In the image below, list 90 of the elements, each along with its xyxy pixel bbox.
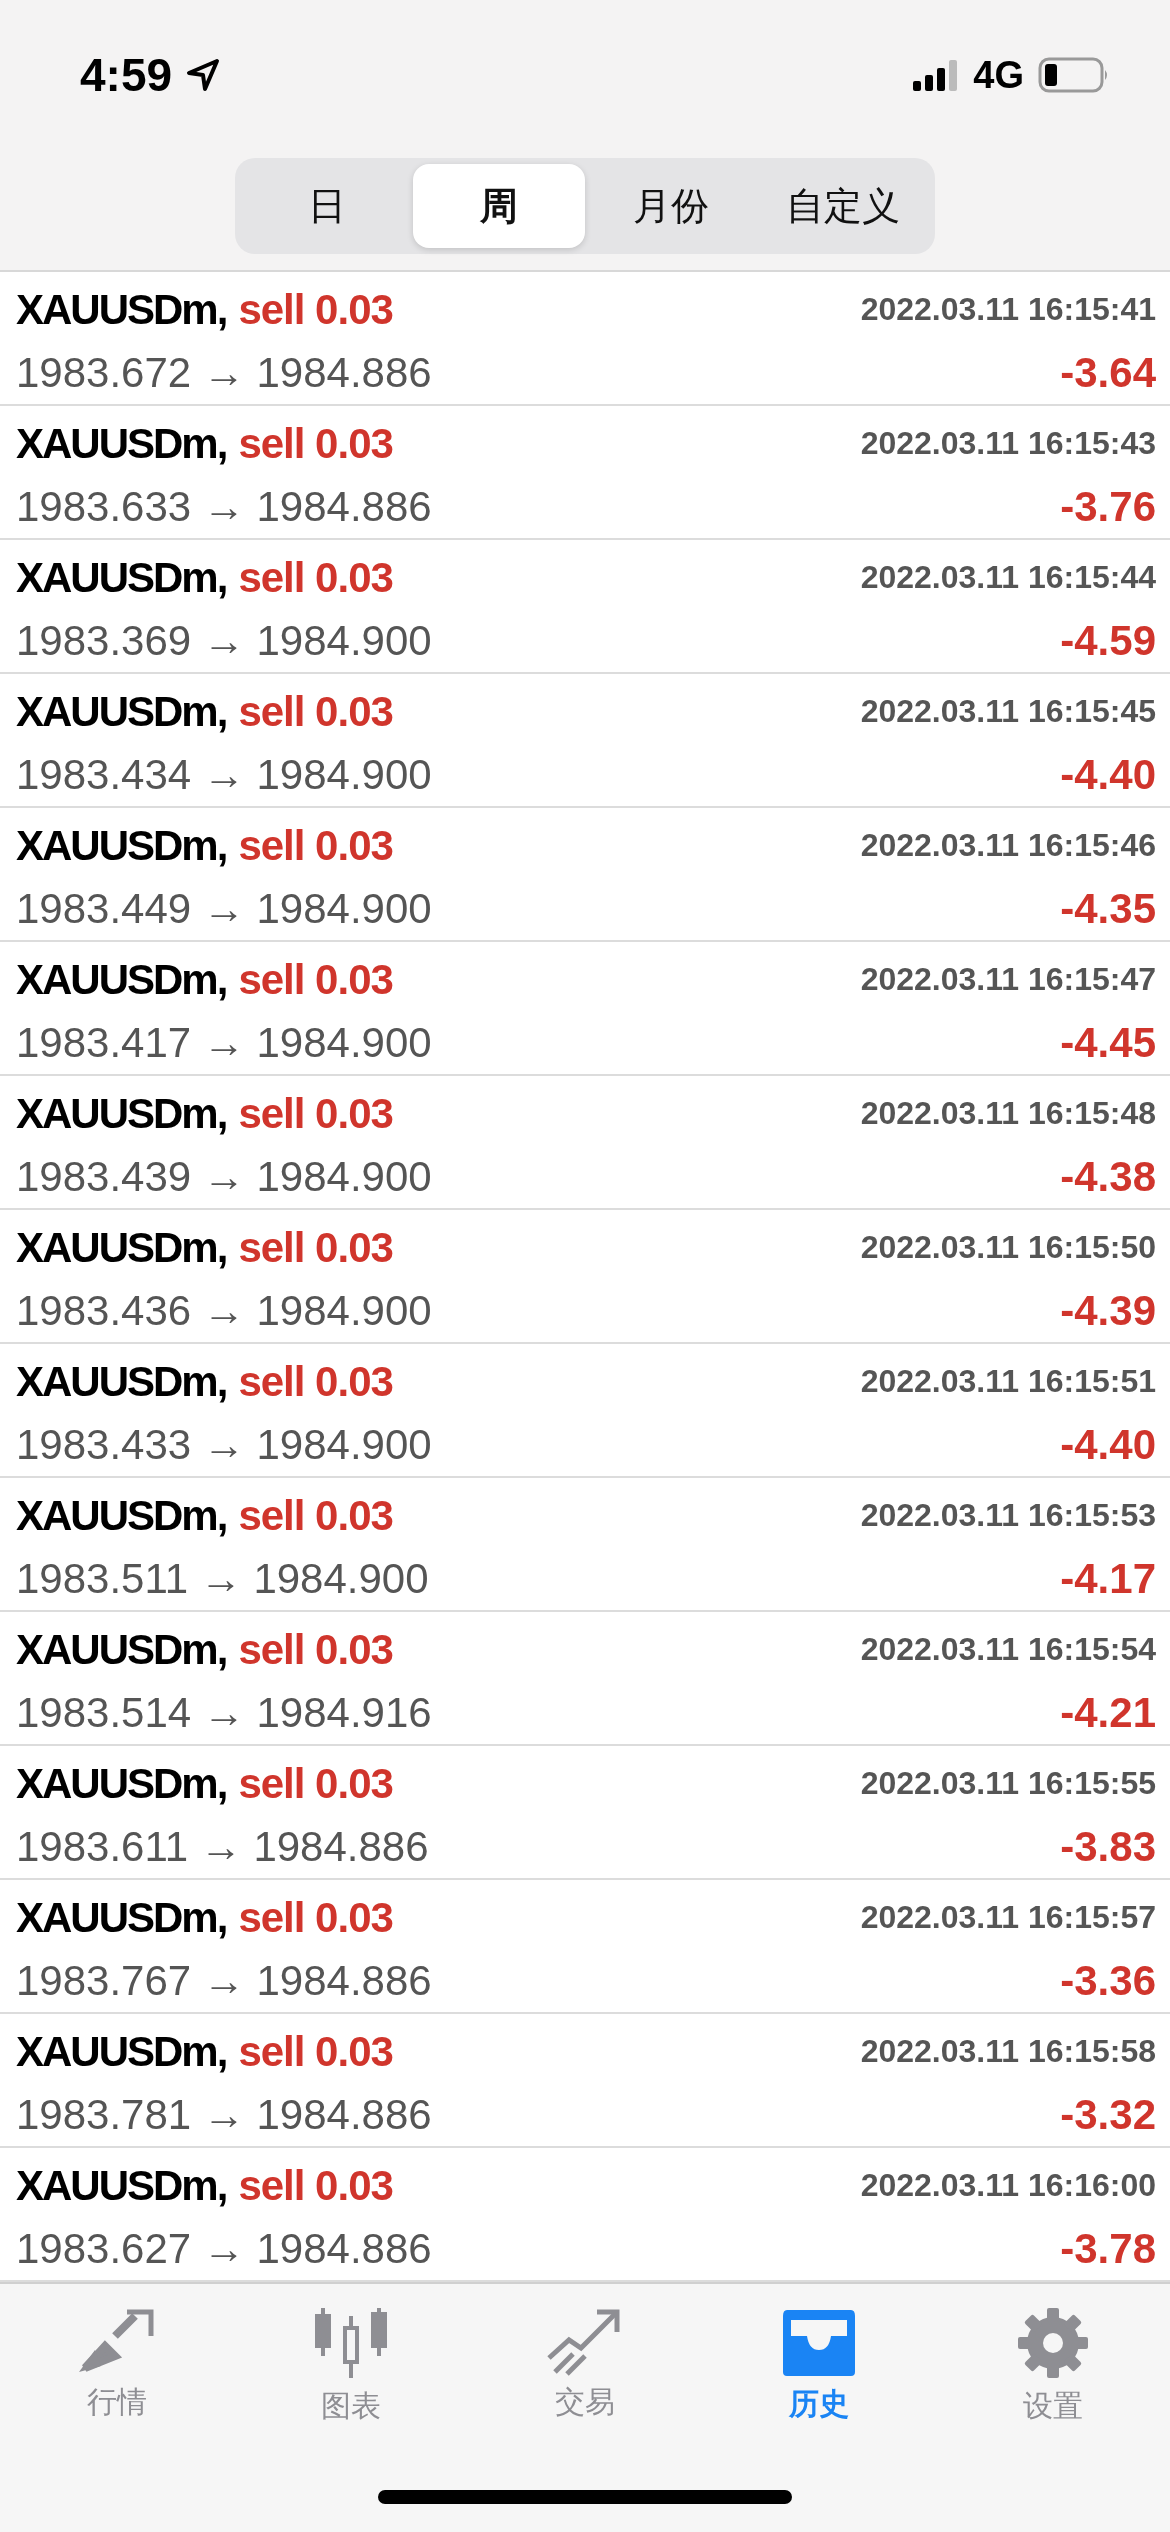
symbol: XAUUSDm, [16,419,227,468]
price-change: 1983.767 → 1984.886 [16,1956,433,2005]
trade-side: sell 0.03 [238,2161,393,2210]
trade-time: 2022.03.11 16:15:43 [860,425,1156,462]
price-change: 1983.611 → 1984.886 [16,1822,430,1871]
trade-time: 2022.03.11 16:15:45 [860,693,1156,730]
trade-side: sell 0.03 [238,2027,393,2076]
profit: -4.38 [1060,1152,1156,1201]
symbol: XAUUSDm, [16,1491,227,1540]
symbol: XAUUSDm, [16,1759,227,1808]
tab-bar-item[interactable]: 设置 [1023,2386,1083,2427]
tab-bar-item[interactable]: 行情 [87,2382,147,2423]
period-tab[interactable]: 月份 [585,164,757,248]
trade-time: 2022.03.11 16:15:57 [860,1899,1156,1936]
period-tab[interactable]: 日 [241,164,413,248]
price-change: 1983.434 → 1984.900 [16,750,433,799]
symbol: XAUUSDm, [16,1625,227,1674]
symbol: XAUUSDm, [16,821,227,870]
trade-side: sell 0.03 [238,955,393,1004]
trade-time: 2022.03.11 16:15:48 [860,1095,1156,1132]
symbol: XAUUSDm, [16,2027,227,2076]
symbol: XAUUSDm, [16,687,227,736]
trade-side: sell 0.03 [238,1893,393,1942]
trade-side: sell 0.03 [238,1491,393,1540]
symbol: XAUUSDm, [16,2161,227,2210]
price-change: 1983.439 → 1984.900 [16,1152,433,1201]
trade-side: sell 0.03 [238,821,393,870]
price-change: 1983.633 → 1984.886 [16,482,433,531]
trade-time: 2022.03.11 16:15:44 [860,559,1156,596]
battery-icon [1038,57,1110,93]
trade-side: sell 0.03 [238,285,393,334]
trade-side: sell 0.03 [238,419,393,468]
profit: -4.39 [1060,1286,1156,1335]
price-change: 1983.369 → 1984.900 [16,616,433,665]
trade-time: 2022.03.11 16:15:41 [860,291,1156,328]
trade-time: 2022.03.11 16:15:54 [860,1631,1156,1668]
price-change: 1983.511 → 1984.900 [16,1554,430,1603]
profit: -3.32 [1060,2090,1156,2139]
price-change: 1983.781 → 1984.886 [16,2090,433,2139]
price-change: 1983.436 → 1984.900 [16,1286,433,1335]
trade-side: sell 0.03 [238,1759,393,1808]
price-change: 1983.672 → 1984.886 [16,348,433,397]
trade-side: sell 0.03 [238,1223,393,1272]
period-tab[interactable]: 自定义 [757,164,929,248]
trade-time: 2022.03.11 16:15:58 [860,2033,1156,2070]
trade-time: 2022.03.11 16:15:51 [860,1363,1156,1400]
trade-time: 2022.03.11 16:16:00 [860,2167,1156,2204]
trade-side: sell 0.03 [238,1625,393,1674]
symbol: XAUUSDm, [16,1893,227,1942]
profit: -3.36 [1060,1956,1156,2005]
profit: -3.78 [1060,2224,1156,2273]
profit: -4.40 [1060,1420,1156,1469]
trade-time: 2022.03.11 16:15:47 [860,961,1156,998]
tab-bar-item[interactable]: 图表 [321,2386,381,2427]
trade-time: 2022.03.11 16:15:55 [860,1765,1156,1802]
profit: -4.59 [1060,616,1156,665]
price-change: 1983.627 → 1984.886 [16,2224,433,2273]
symbol: XAUUSDm, [16,553,227,602]
period-tab[interactable]: 周 [413,164,585,248]
price-change: 1983.433 → 1984.900 [16,1420,433,1469]
symbol: XAUUSDm, [16,1357,227,1406]
profit: -3.76 [1060,482,1156,531]
symbol: XAUUSDm, [16,1223,227,1272]
profit: -4.21 [1060,1688,1156,1737]
clock-time: 4:59 [80,48,173,102]
symbol: XAUUSDm, [16,285,227,334]
trade-side: sell 0.03 [238,1089,393,1138]
profit: -3.64 [1060,348,1156,397]
trade-side: sell 0.03 [238,687,393,736]
price-change: 1983.417 → 1984.900 [16,1018,433,1067]
symbol: XAUUSDm, [16,1089,227,1138]
profit: -4.45 [1060,1018,1156,1067]
price-change: 1983.514 → 1984.916 [16,1688,433,1737]
profit: -4.35 [1060,884,1156,933]
settings-icon [1016,2306,1090,2380]
trade-side: sell 0.03 [238,553,393,602]
trade-side: sell 0.03 [238,1357,393,1406]
symbol: XAUUSDm, [16,955,227,1004]
tab-bar-item[interactable]: 交易 [555,2382,615,2423]
trade-time: 2022.03.11 16:15:50 [860,1229,1156,1266]
tab-bar-item[interactable]: 历史 [789,2384,849,2425]
price-change: 1983.449 → 1984.900 [16,884,433,933]
trade-time: 2022.03.11 16:15:53 [860,1497,1156,1534]
location-arrow-icon [186,58,221,92]
signal-icon [913,59,960,91]
trade-time: 2022.03.11 16:15:46 [860,827,1156,864]
profit: -3.83 [1060,1822,1156,1871]
profit: -4.17 [1060,1554,1156,1603]
profit: -4.40 [1060,750,1156,799]
network-type: 4G [973,53,1024,97]
